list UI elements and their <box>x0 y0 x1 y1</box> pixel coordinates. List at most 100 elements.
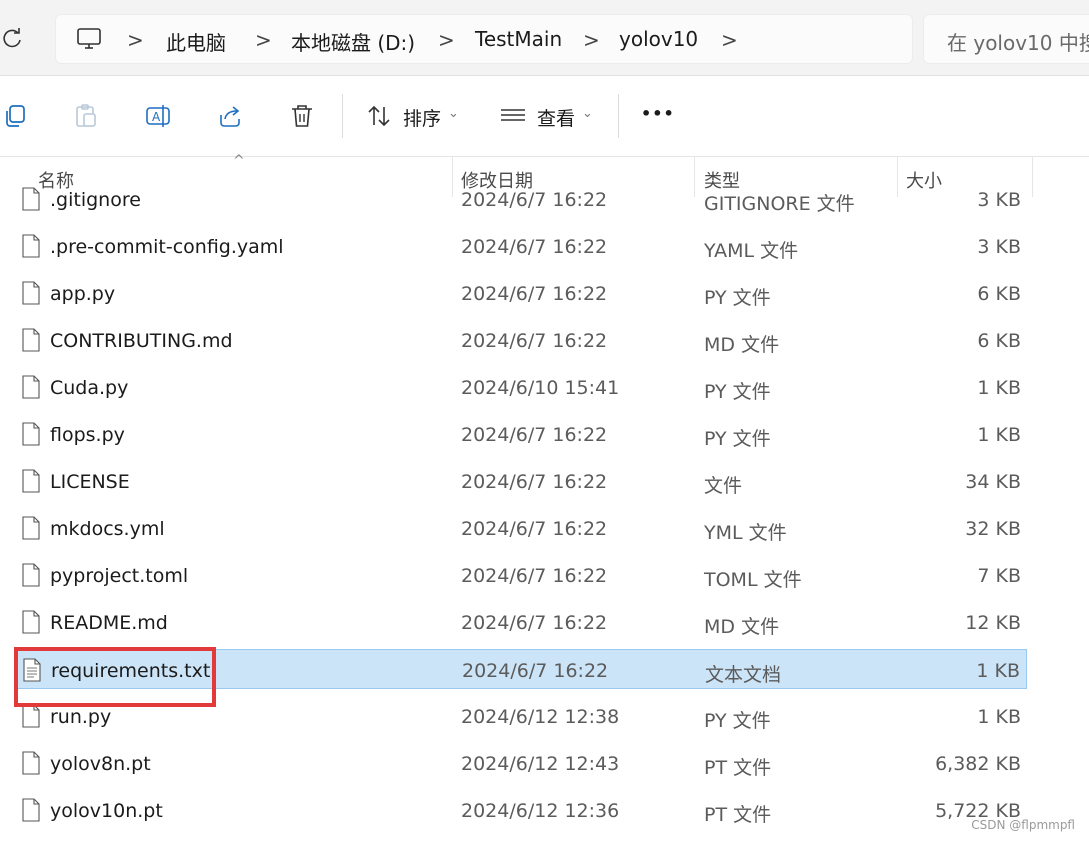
file-modified-date: 2024/6/7 16:22 <box>461 471 608 493</box>
file-row[interactable]: flops.py 2024/6/7 16:22 PY 文件 1 KB <box>14 414 1027 454</box>
file-icon <box>22 704 40 728</box>
breadcrumb-item[interactable]: 此电脑 <box>166 27 226 56</box>
sort-button[interactable]: 排序 ⌄ <box>366 98 466 134</box>
paste-icon[interactable] <box>73 103 99 129</box>
file-type: PY 文件 <box>704 287 771 309</box>
file-size: 3 KB <box>977 189 1021 211</box>
file-type: PT 文件 <box>704 757 772 779</box>
file-name: README.md <box>50 612 168 634</box>
file-type: YAML 文件 <box>704 240 799 262</box>
file-size: 1 KB <box>977 424 1021 446</box>
chevron-right-icon[interactable]: > <box>127 28 144 52</box>
file-row[interactable]: Cuda.py 2024/6/10 15:41 PY 文件 1 KB <box>14 367 1027 407</box>
file-icon <box>22 751 40 775</box>
file-name: mkdocs.yml <box>50 518 165 540</box>
red-highlight-box <box>14 647 216 707</box>
file-type: GITIGNORE 文件 <box>704 193 855 215</box>
file-size: 34 KB <box>965 471 1021 493</box>
file-size: 6 KB <box>977 330 1021 352</box>
file-type: MD 文件 <box>704 616 780 638</box>
file-icon <box>22 281 40 305</box>
svg-text:A: A <box>152 110 161 124</box>
file-row[interactable]: LICENSE 2024/6/7 16:22 文件 34 KB <box>14 461 1027 501</box>
chevron-right-icon[interactable]: > <box>721 28 738 52</box>
sort-icon <box>368 105 390 127</box>
file-icon <box>22 798 40 822</box>
file-name: LICENSE <box>50 471 130 493</box>
watermark: CSDN @flpmmpfl <box>971 818 1075 832</box>
view-icon <box>501 109 525 121</box>
share-icon[interactable] <box>217 103 243 129</box>
file-row[interactable]: yolov10n.pt 2024/6/12 12:36 PT 文件 5,722 KB <box>14 790 1027 830</box>
file-name: .pre-commit-config.yaml <box>50 236 284 258</box>
file-modified-date: 2024/6/7 16:22 <box>461 236 608 258</box>
file-row[interactable]: app.py 2024/6/7 16:22 PY 文件 6 KB <box>14 273 1027 313</box>
search-input[interactable]: 在 yolov10 中搜 <box>923 14 1089 64</box>
file-name: flops.py <box>50 424 125 446</box>
view-button[interactable]: 查看 ⌄ <box>500 98 600 134</box>
file-size: 7 KB <box>977 565 1021 587</box>
file-name: pyproject.toml <box>50 565 189 587</box>
breadcrumb-item[interactable]: 本地磁盘 (D:) <box>291 27 415 56</box>
delete-icon[interactable] <box>289 103 315 129</box>
file-name: yolov10n.pt <box>50 800 163 822</box>
breadcrumb-item[interactable]: yolov10 <box>619 27 698 51</box>
file-modified-date: 2024/6/7 16:22 <box>461 612 608 634</box>
file-modified-date: 2024/6/7 16:22 <box>461 565 608 587</box>
copy-icon[interactable] <box>2 103 28 129</box>
file-size: 1 KB <box>976 660 1020 682</box>
file-icon <box>22 375 40 399</box>
chevron-right-icon[interactable]: > <box>255 28 272 52</box>
file-modified-date: 2024/6/7 16:22 <box>461 283 608 305</box>
file-row[interactable]: yolov8n.pt 2024/6/12 12:43 PT 文件 6,382 KB <box>14 743 1027 783</box>
file-row[interactable]: .gitignore 2024/6/7 16:22 GITIGNORE 文件 3 KB <box>14 179 1027 219</box>
file-size: 32 KB <box>965 518 1021 540</box>
file-icon <box>22 328 40 352</box>
file-row[interactable]: .pre-commit-config.yaml 2024/6/7 16:22 YAM… <box>14 226 1027 266</box>
file-type: 文本文档 <box>705 664 782 686</box>
file-size: 12 KB <box>965 612 1021 634</box>
this-pc-icon <box>77 28 101 49</box>
file-row[interactable]: pyproject.toml 2024/6/7 16:22 TOML 文件 7 KB <box>14 555 1027 595</box>
file-size: 6,382 KB <box>935 753 1021 775</box>
rename-icon[interactable]: A <box>145 103 171 129</box>
chevron-right-icon[interactable]: > <box>583 28 600 52</box>
file-name: yolov8n.pt <box>50 753 151 775</box>
chevron-right-icon[interactable]: > <box>438 28 455 52</box>
file-modified-date: 2024/6/12 12:36 <box>461 800 620 822</box>
more-options-button[interactable]: ••• <box>641 104 675 123</box>
file-modified-date: 2024/6/7 16:22 <box>461 189 608 211</box>
file-type: 文件 <box>704 475 743 497</box>
file-name: Cuda.py <box>50 377 129 399</box>
file-modified-date: 2024/6/7 16:22 <box>461 518 608 540</box>
file-modified-date: 2024/6/7 16:22 <box>461 424 608 446</box>
chevron-down-icon: ⌄ <box>582 106 593 121</box>
file-type: YML 文件 <box>704 522 787 544</box>
file-row[interactable]: mkdocs.yml 2024/6/7 16:22 YML 文件 32 KB <box>14 508 1027 548</box>
file-row[interactable]: CONTRIBUTING.md 2024/6/7 16:22 MD 文件 6 KB <box>14 320 1027 360</box>
file-icon <box>22 469 40 493</box>
view-label: 查看 <box>537 108 576 130</box>
toolbar-divider <box>342 94 343 138</box>
file-type: TOML 文件 <box>704 569 802 591</box>
file-name: app.py <box>50 283 116 305</box>
file-row[interactable]: README.md 2024/6/7 16:22 MD 文件 12 KB <box>14 602 1027 642</box>
sort-label: 排序 <box>403 108 442 130</box>
file-icon <box>22 422 40 446</box>
file-size: 6 KB <box>977 283 1021 305</box>
breadcrumb[interactable]: > 此电脑 > 本地磁盘 (D:) > TestMain > yolov10 > <box>55 14 913 64</box>
file-modified-date: 2024/6/10 15:41 <box>461 377 620 399</box>
file-modified-date: 2024/6/7 16:22 <box>462 660 609 682</box>
breadcrumb-item[interactable]: TestMain <box>475 27 562 51</box>
address-bar-region: > 此电脑 > 本地磁盘 (D:) > TestMain > yolov10 >… <box>0 0 1089 76</box>
file-icon <box>22 563 40 587</box>
file-size: 1 KB <box>977 706 1021 728</box>
file-size: 3 KB <box>977 236 1021 258</box>
sort-ascending-icon: ^ <box>233 153 245 169</box>
file-type: MD 文件 <box>704 334 780 356</box>
refresh-icon[interactable] <box>0 26 26 52</box>
file-icon <box>22 234 40 258</box>
file-type: PY 文件 <box>704 710 771 732</box>
file-name: .gitignore <box>50 189 141 211</box>
toolbar-divider <box>618 94 619 138</box>
